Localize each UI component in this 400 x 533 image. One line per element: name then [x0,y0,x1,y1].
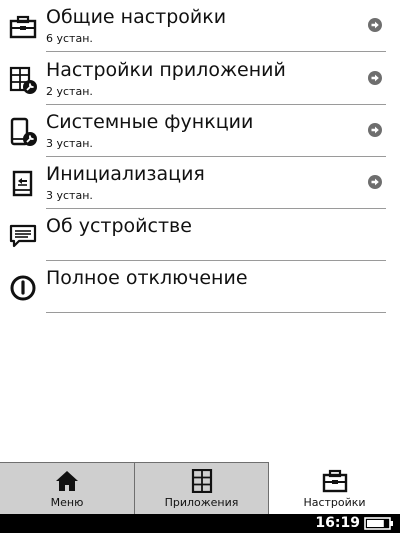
settings-item-applications[interactable]: Настройки приложений 2 устан. [0,53,400,105]
item-title: Общие настройки [46,6,227,28]
toolbox-icon [9,15,37,39]
tab-settings[interactable]: Настройки [269,462,400,514]
power-icon [10,275,36,301]
item-subtitle: 6 устан. [46,32,93,45]
bottom-tab-bar: Меню Приложения Настройки [0,462,400,514]
item-title: Полное отключение [46,267,248,289]
status-bar: 16:19 [0,514,400,533]
battery-icon [364,517,393,530]
item-title: Инициализация [46,163,205,185]
item-title: Системные функции [46,111,254,133]
clock: 16:19 [315,515,360,531]
apps-wrench-icon [9,66,37,94]
arrow-right-icon[interactable] [368,18,382,32]
tab-label: Настройки [303,496,366,509]
item-subtitle: 3 устан. [46,137,93,150]
item-subtitle: 3 устан. [46,189,93,202]
item-subtitle: 2 устан. [46,85,93,98]
settings-item-power-off[interactable]: Полное отключение [0,261,400,313]
arrow-right-icon[interactable] [368,123,382,137]
applications-grid-icon [191,469,212,493]
item-title: Настройки приложений [46,59,286,81]
reset-device-icon [12,170,33,197]
settings-item-system-functions[interactable]: Системные функции 3 устан. [0,105,400,157]
arrow-right-icon[interactable] [368,71,382,85]
item-title: Об устройстве [46,215,192,237]
tab-label: Меню [50,496,84,509]
info-speech-icon [9,224,37,248]
settings-item-initialization[interactable]: Инициализация 3 устан. [0,157,400,209]
tab-label: Приложения [164,496,239,509]
settings-item-about-device[interactable]: Об устройстве [0,209,400,261]
device-wrench-icon [10,117,37,146]
toolbox-icon [322,469,347,493]
home-icon [56,471,78,491]
tab-applications[interactable]: Приложения [135,462,269,514]
tab-menu[interactable]: Меню [0,462,135,514]
divider [46,51,386,52]
settings-item-general[interactable]: Общие настройки 6 устан. [0,0,400,52]
divider [46,312,386,313]
arrow-right-icon[interactable] [368,175,382,189]
